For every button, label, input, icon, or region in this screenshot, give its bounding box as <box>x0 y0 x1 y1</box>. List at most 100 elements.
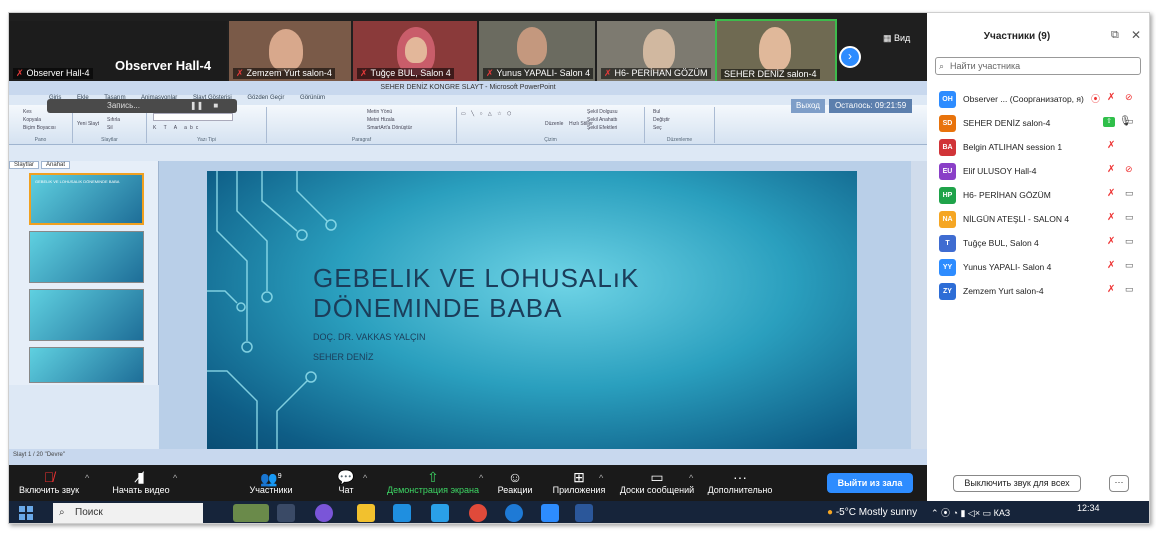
stop-icon[interactable]: ■ <box>213 101 218 110</box>
video-off-icon[interactable]: ⊘ <box>1125 92 1133 103</box>
slide-thumbnail[interactable] <box>29 347 144 383</box>
apps-button[interactable]: ⊞ Приложения <box>543 469 615 495</box>
recording-indicator[interactable]: Запись... ❚❚ ■ <box>47 99 237 113</box>
vertical-scrollbar[interactable] <box>911 161 927 449</box>
ribbon-format-painter[interactable]: Biçim Boyacısı <box>23 125 56 131</box>
tab-outline[interactable]: Anahat <box>41 161 71 169</box>
share-caret[interactable]: ^ <box>479 473 483 483</box>
shapes-gallery[interactable]: ▭ ╲ ○ △ ☆ ⬡ <box>461 111 513 117</box>
share-screen-button[interactable]: ⇧ Демонстрация экрана <box>381 469 485 495</box>
video-tile-seher[interactable]: SEHER DENİZ salon-4 <box>715 19 837 83</box>
font-name-select[interactable] <box>153 113 233 121</box>
participant-row[interactable]: BA Belgin ATLIHAN session 1 ✗ <box>939 139 1149 157</box>
muted-mic-icon[interactable]: ✗ <box>1107 212 1115 223</box>
ribbon-smartart[interactable]: SmartArt'a Dönüştür <box>367 125 412 131</box>
muted-mic-icon[interactable]: ✗ <box>1107 140 1115 151</box>
slide-thumbnail[interactable] <box>29 289 144 341</box>
current-slide[interactable]: GEBELIK VE LOHUSALıK DÖNEMINDE BABA DOÇ. … <box>207 171 857 449</box>
ribbon-find[interactable]: Bul <box>653 109 660 115</box>
video-tile-perihan[interactable]: ✗ H6- PERİHAN GÖZÜM <box>597 21 715 81</box>
participant-row[interactable]: YY Yunus YAPALI- Salon 4 ✗ ▭ <box>939 259 1149 277</box>
whiteboards-caret[interactable]: ^ <box>689 473 693 483</box>
muted-mic-icon[interactable]: ✗ <box>1107 164 1115 175</box>
video-tile-observer[interactable]: Observer Hall-4 ✗ Observer Hall-4 <box>9 21 227 81</box>
next-page-button[interactable]: › <box>839 46 861 68</box>
tab-slides[interactable]: Slaytlar <box>9 161 40 169</box>
edge-icon[interactable] <box>505 504 523 522</box>
chrome-icon[interactable] <box>469 504 487 522</box>
start-video-button[interactable]: ▮̸ Начать видео <box>109 469 173 495</box>
participants-button[interactable]: 👥9 Участники <box>241 469 301 495</box>
video-tile-tugce[interactable]: ✗ Tuğçe BUL, Salon 4 <box>353 21 477 81</box>
participant-row[interactable]: OH Observer ... (Соорганизатор, я) ⦿ ✗ ⊘ <box>939 91 1149 109</box>
ribbon-shape-outline[interactable]: Şekil Anahattı <box>587 117 618 123</box>
chat-caret[interactable]: ^ <box>363 473 367 483</box>
slide-thumbnail[interactable] <box>29 231 144 283</box>
close-icon[interactable]: ✕ <box>1131 28 1141 42</box>
participant-row[interactable]: HP H6- PERİHAN GÖZÜM ✗ ▭ <box>939 187 1149 205</box>
apps-caret[interactable]: ^ <box>599 473 603 483</box>
ribbon-shape-effects[interactable]: Şekil Efektleri <box>587 125 617 131</box>
video-icon[interactable]: ▭ <box>1125 236 1134 247</box>
participant-row[interactable]: NA NİLGÜN ATEŞLİ - SALON 4 ✗ ▭ <box>939 211 1149 229</box>
participant-row[interactable]: ZY Zemzem Yurt salon-4 ✗ ▭ <box>939 283 1149 301</box>
word-icon[interactable] <box>575 504 593 522</box>
mute-all-button[interactable]: Выключить звук для всех <box>953 475 1081 492</box>
panel-more-button[interactable]: ··· <box>1109 475 1129 492</box>
participant-row[interactable]: EU Elif ULUSOY Hall-4 ✗ ⊘ <box>939 163 1149 181</box>
video-tile-zemzem[interactable]: ✗ Zemzem Yurt salon-4 <box>229 21 351 81</box>
muted-mic-icon[interactable]: ✗ <box>1107 92 1115 103</box>
video-options-caret[interactable]: ^ <box>173 473 177 483</box>
ppt-tab[interactable]: Görünüm <box>300 95 325 101</box>
zoom-app-icon[interactable] <box>541 504 559 522</box>
ribbon-select[interactable]: Seç <box>653 125 662 131</box>
video-icon[interactable]: ▭ <box>1125 188 1134 199</box>
ribbon-cut[interactable]: Kes <box>23 109 32 115</box>
ribbon-text-direction[interactable]: Metin Yönü <box>367 109 392 115</box>
ribbon-replace[interactable]: Değiştir <box>653 117 670 123</box>
muted-mic-icon[interactable]: ✗ <box>1107 188 1115 199</box>
ribbon-copy[interactable]: Kopyala <box>23 117 41 123</box>
chat-button[interactable]: 💬 Чат <box>331 469 361 495</box>
task-view-icon[interactable] <box>277 504 295 522</box>
pause-icon[interactable]: ❚❚ <box>190 101 203 110</box>
windows-start-icon[interactable] <box>19 506 33 520</box>
video-off-icon[interactable]: ⊘ <box>1125 164 1133 175</box>
system-tray[interactable]: ⌃ ⦿ ◔ ▮ ◁× ▭ КАЗ <box>931 501 1010 523</box>
mail-icon[interactable] <box>431 504 449 522</box>
file-explorer-icon[interactable] <box>357 504 375 522</box>
participant-row[interactable]: SD SEHER DENİZ salon-4 ⇧ 🎙 ▭ <box>939 115 1149 133</box>
video-tile-yunus[interactable]: ✗ Yunus YAPALI- Salon 4 <box>479 21 595 81</box>
weather-widget[interactable]: ● -5°C Mostly sunny <box>827 501 917 523</box>
video-icon[interactable]: ▭ <box>1125 212 1134 223</box>
taskbar-clock[interactable]: 12:34 <box>1077 503 1100 513</box>
participant-row[interactable]: T Tuğçe BUL, Salon 4 ✗ ▭ <box>939 235 1149 253</box>
unmute-button[interactable]: 🎙̸ Включить звук <box>13 469 85 495</box>
more-button[interactable]: ··· Дополнительно <box>699 469 781 495</box>
leave-room-button[interactable]: Выйти из зала <box>827 473 913 493</box>
video-icon[interactable]: ▭ <box>1125 284 1134 295</box>
teams-icon[interactable] <box>315 504 333 522</box>
muted-mic-icon[interactable]: ✗ <box>1107 236 1115 247</box>
view-button[interactable]: ▦ Вид <box>883 33 910 44</box>
video-icon[interactable]: ▭ <box>1125 116 1134 127</box>
ribbon-new-slide[interactable]: Yeni Slayt <box>77 121 99 127</box>
audio-options-caret[interactable]: ^ <box>85 473 89 483</box>
popout-icon[interactable]: ⧉ <box>1111 29 1119 42</box>
taskbar-search[interactable]: ⌕ Поиск <box>53 503 203 523</box>
participant-search-input[interactable]: ⌕ Найти участника <box>935 57 1141 75</box>
font-style-buttons[interactable]: K T A abc <box>153 125 201 131</box>
ribbon-shape-fill[interactable]: Şekil Dolgusu <box>587 109 618 115</box>
ribbon-reset[interactable]: Sıfırla <box>107 117 120 123</box>
store-icon[interactable] <box>393 504 411 522</box>
video-icon[interactable]: ▭ <box>1125 260 1134 271</box>
muted-mic-icon[interactable]: ✗ <box>1107 260 1115 271</box>
ribbon-align-text[interactable]: Metni Hizala <box>367 117 395 123</box>
ribbon-delete[interactable]: Sil <box>107 125 113 131</box>
reactions-button[interactable]: ☺ Реакции <box>491 469 539 495</box>
muted-mic-icon[interactable]: ✗ <box>1107 284 1115 295</box>
ribbon-arrange[interactable]: Düzenle <box>545 121 563 127</box>
exit-button[interactable]: Выход <box>791 99 825 113</box>
slide-thumbnail[interactable]: GEBELIK VE LOHUSALIK DÖNEMINDE BABA <box>29 173 144 225</box>
ppt-tab[interactable]: Gözden Geçir <box>247 95 284 101</box>
